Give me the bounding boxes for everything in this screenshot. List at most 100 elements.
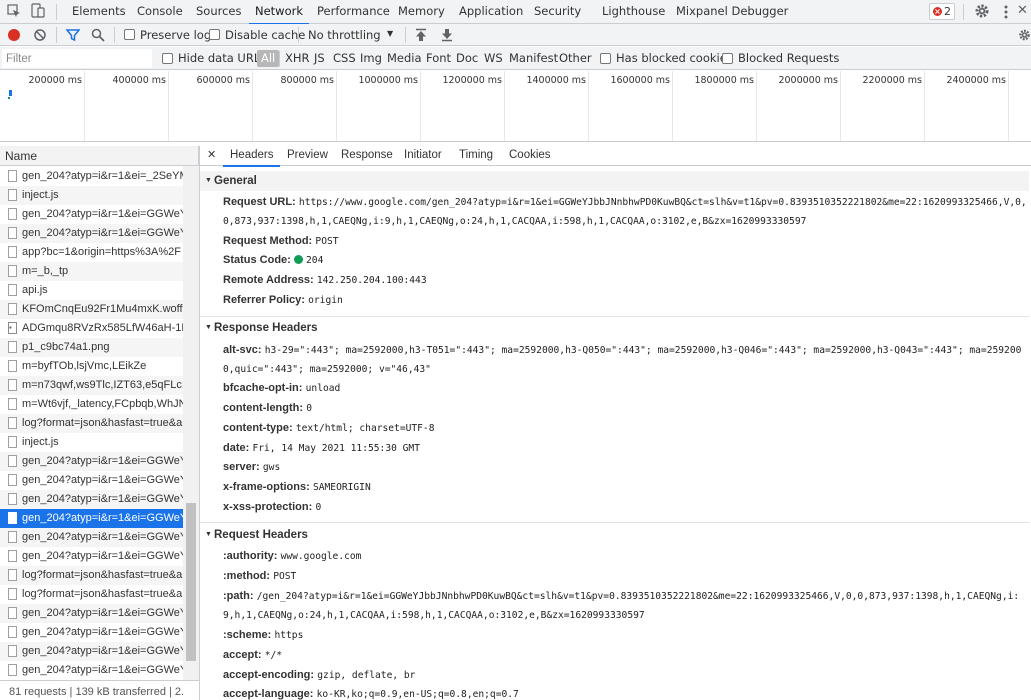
scrollbar-thumb[interactable]: [186, 503, 196, 661]
search-icon[interactable]: [91, 28, 105, 42]
inspect-element-icon[interactable]: [7, 4, 21, 18]
name-column-header[interactable]: Name: [0, 146, 198, 166]
file-icon: [8, 265, 17, 277]
header-key: content-type:: [223, 422, 293, 434]
filter-input[interactable]: [2, 49, 152, 68]
request-row[interactable]: m=byfTOb,lsjVmc,LEikZe: [0, 357, 183, 376]
tab-response[interactable]: Response: [341, 146, 393, 166]
request-row[interactable]: gen_204?atyp=i&r=1&ei=GGWeY: [0, 661, 183, 680]
request-list-scrollbar[interactable]: [183, 166, 199, 680]
type-filter-css[interactable]: CSS: [333, 47, 356, 70]
type-filter-img[interactable]: Img: [360, 47, 382, 70]
panel-divider[interactable]: [199, 146, 200, 700]
tab-initiator[interactable]: Initiator: [404, 146, 442, 166]
blocked-requests-label[interactable]: Blocked Requests: [738, 47, 839, 70]
request-row[interactable]: m=Wt6vjf,_latency,FCpbqb,WhJN: [0, 395, 183, 414]
type-filter-all[interactable]: All: [257, 50, 280, 67]
request-row[interactable]: m=_b,_tp: [0, 262, 183, 281]
type-filter-ws[interactable]: WS: [484, 47, 503, 70]
type-filter-font[interactable]: Font: [426, 47, 451, 70]
tab-security[interactable]: Security: [534, 0, 581, 24]
header-key: accept-language:: [223, 688, 314, 700]
request-row[interactable]: gen_204?atyp=i&r=1&ei=GGWeY: [0, 642, 183, 661]
tab-headers[interactable]: Headers: [222, 146, 282, 167]
more-options-icon[interactable]: [1001, 4, 1011, 20]
type-filter-other[interactable]: Other: [559, 47, 592, 70]
type-filter-media[interactable]: Media: [387, 47, 422, 70]
record-button[interactable]: [8, 29, 20, 41]
request-row[interactable]: ADGmqu8RVzRx585LfW46aH-1R: [0, 319, 183, 338]
device-toolbar-icon[interactable]: [31, 3, 45, 19]
tab-preview[interactable]: Preview: [287, 146, 328, 166]
type-filter-manifest[interactable]: Manifest: [509, 47, 558, 70]
error-count-badge[interactable]: × 2: [929, 3, 955, 20]
settings-gear-icon[interactable]: [974, 3, 990, 19]
request-row[interactable]: gen_204?atyp=i&r=1&ei=_2SeYM: [0, 167, 183, 186]
tab-console[interactable]: Console: [137, 0, 183, 24]
request-row[interactable]: m=n73qwf,ws9Tlc,IZT63,e5qFLc,G: [0, 376, 183, 395]
request-row[interactable]: gen_204?atyp=i&r=1&ei=GGWeY: [0, 604, 183, 623]
request-row[interactable]: api.js: [0, 281, 183, 300]
tab-lighthouse[interactable]: Lighthouse: [602, 0, 665, 24]
throttling-select[interactable]: No throttling: [308, 24, 381, 46]
header-key: content-length:: [223, 402, 304, 414]
request-row[interactable]: log?format=json&hasfast=true&a: [0, 414, 183, 433]
disable-cache-checkbox[interactable]: [209, 29, 220, 40]
type-filter-js[interactable]: JS: [314, 47, 325, 70]
tab-memory[interactable]: Memory: [398, 0, 445, 24]
general-section-header[interactable]: ▼ General: [200, 171, 1029, 191]
request-row[interactable]: log?format=json&hasfast=true&a: [0, 566, 183, 585]
devtools-tab-bar: Elements Console Sources Network Perform…: [0, 0, 1031, 25]
timeline-overview[interactable]: 200000 ms 400000 ms 600000 ms 800000 ms …: [0, 71, 1031, 142]
preserve-log-label[interactable]: Preserve log: [140, 24, 211, 46]
preserve-log-checkbox[interactable]: [124, 29, 135, 40]
network-settings-gear-icon[interactable]: [1018, 27, 1031, 43]
request-row[interactable]: gen_204?atyp=i&r=1&ei=GGWeY: [0, 205, 183, 224]
request-headers-section-header[interactable]: ▼ Request Headers: [200, 525, 1029, 545]
blocked-requests-checkbox[interactable]: [722, 53, 733, 64]
export-har-icon[interactable]: [441, 28, 453, 42]
request-row[interactable]: gen_204?atyp=i&r=1&ei=GGWeY: [0, 547, 183, 566]
chevron-down-icon[interactable]: ▼: [387, 29, 393, 38]
close-detail-icon[interactable]: ✕: [207, 148, 216, 161]
tab-application[interactable]: Application: [459, 0, 523, 24]
request-row[interactable]: inject.js: [0, 433, 183, 452]
request-row[interactable]: app?bc=1&origin=https%3A%2F: [0, 243, 183, 262]
request-row[interactable]: KFOmCnqEu92Fr1Mu4mxK.woff2: [0, 300, 183, 319]
request-row[interactable]: gen_204?atyp=i&r=1&ei=GGWeY: [0, 528, 183, 547]
request-row[interactable]: gen_204?atyp=i&r=1&ei=GGWeY: [0, 623, 183, 642]
tab-mixpanel-debugger[interactable]: Mixpanel Debugger: [676, 0, 788, 24]
response-headers-section-header[interactable]: ▼ Response Headers: [200, 318, 1029, 338]
disable-cache-label[interactable]: Disable cache: [225, 24, 305, 46]
expand-triangle-icon: ▼: [205, 531, 212, 538]
request-name: gen_204?atyp=i&r=1&ei=GGWeY: [22, 493, 183, 505]
has-blocked-cookies-checkbox[interactable]: [600, 53, 611, 64]
request-row[interactable]: gen_204?atyp=i&r=1&ei=GGWeY: [0, 471, 183, 490]
import-har-icon[interactable]: [415, 28, 427, 42]
header-key: bfcache-opt-in:: [223, 382, 303, 394]
hide-data-urls-checkbox[interactable]: [162, 53, 173, 64]
header-value: 0: [315, 502, 322, 513]
request-row[interactable]: gen_204?atyp=i&r=1&ei=GGWeY: [0, 452, 183, 471]
timeline-tick: 1400000 ms: [526, 75, 586, 86]
request-row[interactable]: gen_204?atyp=i&r=1&ei=GGWeY: [0, 509, 183, 528]
tab-performance[interactable]: Performance: [317, 0, 390, 24]
tab-sources[interactable]: Sources: [196, 0, 242, 24]
tab-timing[interactable]: Timing: [459, 146, 493, 166]
timeline-request-bar: [8, 97, 10, 99]
request-row[interactable]: p1_c9bc74a1.png: [0, 338, 183, 357]
tab-network[interactable]: Network: [248, 0, 310, 25]
request-row[interactable]: gen_204?atyp=i&r=1&ei=GGWeY: [0, 490, 183, 509]
type-filter-doc[interactable]: Doc: [456, 47, 478, 70]
hide-data-urls-label[interactable]: Hide data URLs: [178, 47, 266, 70]
filter-funnel-icon[interactable]: [65, 28, 81, 42]
type-filter-xhr[interactable]: XHR: [285, 47, 310, 70]
tab-elements[interactable]: Elements: [72, 0, 126, 24]
clear-icon[interactable]: [33, 28, 47, 42]
request-row[interactable]: log?format=json&hasfast=true&a: [0, 585, 183, 604]
tab-cookies[interactable]: Cookies: [509, 146, 551, 166]
close-devtools-icon[interactable]: ✕: [1017, 3, 1029, 19]
request-row[interactable]: gen_204?atyp=i&r=1&ei=GGWeY: [0, 224, 183, 243]
request-row[interactable]: inject.js: [0, 186, 183, 205]
has-blocked-cookies-label[interactable]: Has blocked cookies: [616, 47, 733, 70]
